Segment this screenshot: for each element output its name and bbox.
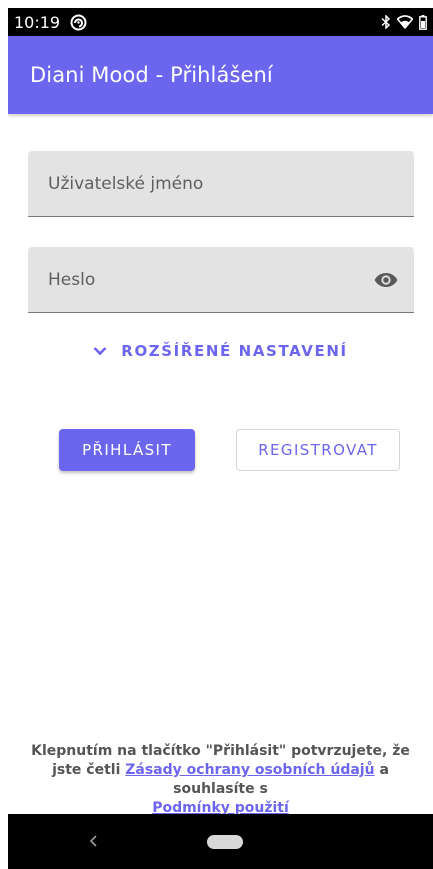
- consent-text: Klepnutím na tlačítko "Přihlásit" potvrz…: [8, 742, 433, 818]
- home-pill[interactable]: [207, 835, 243, 849]
- chevron-down-icon: [93, 342, 107, 360]
- battery-icon: [419, 14, 427, 30]
- notification-icon: [70, 14, 87, 31]
- app-bar: Diani Mood - Přihlášení: [8, 36, 433, 114]
- login-button[interactable]: PŘIHLÁSIT: [59, 429, 195, 471]
- privacy-policy-link[interactable]: Zásady ochrany osobních údajů: [125, 762, 374, 778]
- username-input[interactable]: [28, 151, 414, 216]
- status-bar: 10:19: [8, 8, 433, 36]
- back-icon[interactable]: [85, 832, 103, 850]
- advanced-settings-label: ROZŠÍŘENÉ NASTAVENÍ: [121, 342, 348, 360]
- eye-icon[interactable]: [372, 266, 400, 294]
- status-right: [381, 14, 427, 30]
- advanced-settings-toggle[interactable]: ROZŠÍŘENÉ NASTAVENÍ: [8, 342, 433, 360]
- page-title: Diani Mood - Přihlášení: [30, 63, 273, 87]
- status-time: 10:19: [14, 12, 61, 32]
- status-left: 10:19: [14, 13, 87, 32]
- register-button[interactable]: REGISTROVAT: [236, 429, 400, 471]
- wifi-icon: [397, 15, 413, 29]
- bluetooth-icon: [381, 15, 391, 29]
- app-screen: 10:19 Diani Mood - Přihlášení Uživatelsk…: [8, 8, 433, 869]
- username-field[interactable]: [28, 151, 414, 217]
- password-input[interactable]: [28, 247, 414, 312]
- password-field[interactable]: [28, 247, 414, 313]
- system-nav-bar: [8, 814, 433, 869]
